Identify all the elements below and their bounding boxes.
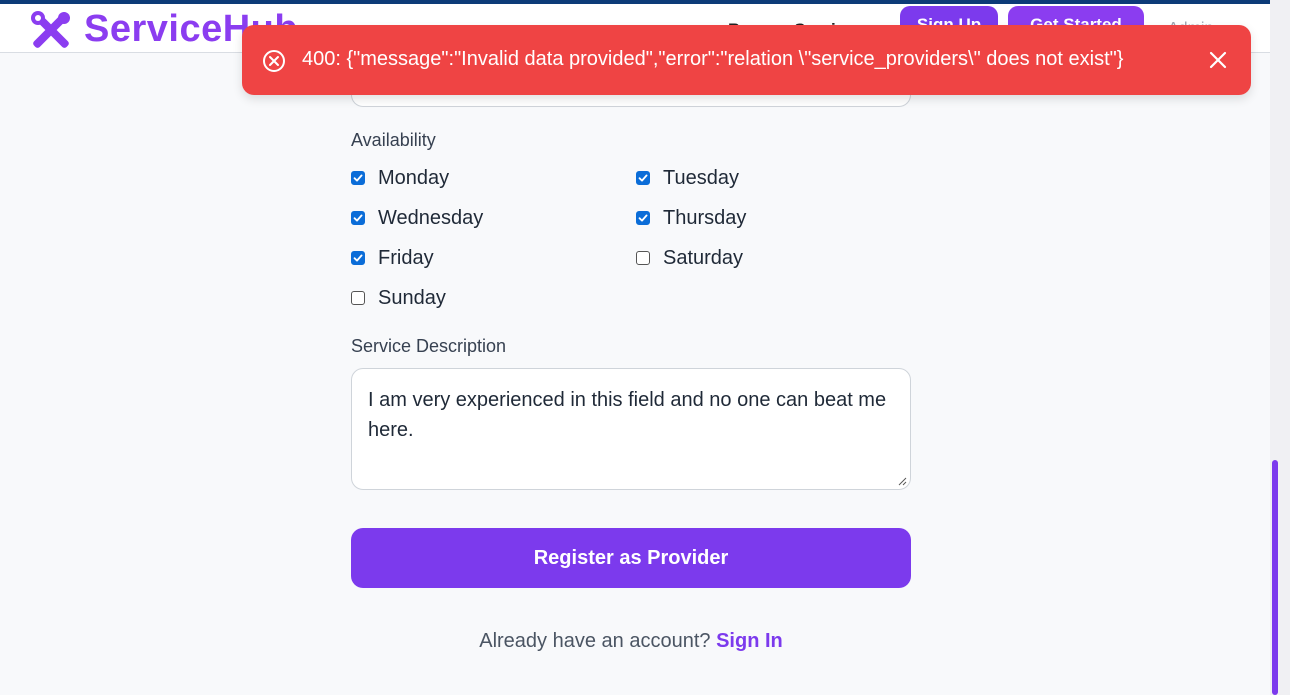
checkbox-input[interactable] — [351, 251, 365, 265]
checkbox-wednesday[interactable]: Wednesday — [351, 206, 483, 230]
signin-link[interactable]: Sign In — [716, 630, 783, 652]
checkbox-label: Monday — [378, 166, 450, 189]
service-description-textarea[interactable]: I am very experienced in this field and … — [351, 368, 911, 490]
checkbox-label: Saturday — [663, 246, 744, 269]
checkbox-label: Tuesday — [663, 166, 739, 189]
checkbox-input[interactable] — [351, 171, 365, 185]
scrollbar-thumb[interactable] — [1272, 460, 1278, 695]
service-description-value: I am very experienced in this field and … — [368, 389, 887, 441]
service-description-label: Service Description — [351, 336, 507, 356]
close-icon[interactable] — [1208, 50, 1228, 70]
checkbox-input[interactable] — [351, 291, 365, 305]
error-toast-message: 400: {"message":"Invalid data provided",… — [302, 48, 1124, 70]
signin-prompt-text: Already have an account? — [479, 630, 711, 652]
checkbox-monday[interactable]: Monday — [351, 166, 449, 190]
checkbox-input[interactable] — [636, 251, 650, 265]
checkbox-label: Friday — [378, 246, 434, 269]
tools-logo-icon — [31, 11, 70, 48]
register-provider-button[interactable]: Register as Provider — [351, 528, 911, 588]
page-scrollbar[interactable] — [1270, 0, 1290, 695]
availability-label: Availability — [351, 130, 436, 150]
checkbox-label: Thursday — [663, 206, 747, 229]
error-toast: 400: {"message":"Invalid data provided",… — [242, 25, 1251, 95]
checkbox-sunday[interactable]: Sunday — [351, 286, 446, 310]
resize-handle-icon[interactable] — [897, 476, 907, 486]
checkbox-tuesday[interactable]: Tuesday — [636, 166, 739, 190]
checkbox-saturday[interactable]: Saturday — [636, 246, 743, 270]
checkbox-input[interactable] — [636, 211, 650, 225]
checkbox-thursday[interactable]: Thursday — [636, 206, 746, 230]
checkbox-input[interactable] — [351, 211, 365, 225]
checkbox-label: Wednesday — [378, 206, 484, 229]
checkbox-input[interactable] — [636, 171, 650, 185]
error-circle-icon — [263, 50, 285, 72]
checkbox-friday[interactable]: Friday — [351, 246, 434, 270]
signin-prompt-row: Already have an account? Sign In — [351, 630, 911, 653]
checkbox-label: Sunday — [378, 286, 446, 309]
